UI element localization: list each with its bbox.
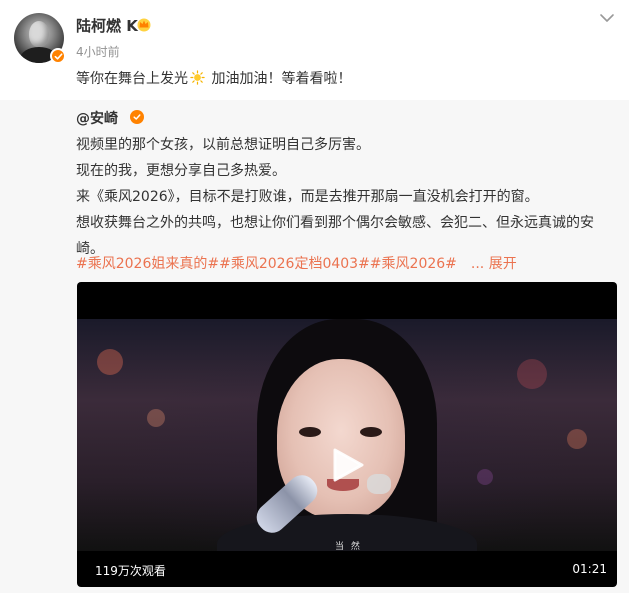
earring <box>367 474 391 494</box>
hashtag-links[interactable]: #乘风2026姐来真的##乘风2026定档0403##乘风2026# <box>76 256 457 272</box>
sun-emoji-icon <box>190 70 205 85</box>
username[interactable]: 陆柯燃 K <box>76 15 138 36</box>
video-frame: 当 然 <box>77 319 617 551</box>
verified-badge-icon <box>50 48 66 64</box>
repost-author[interactable]: @安崎 <box>76 108 118 128</box>
repost-text: 视频里的那个女孩，以前总想证明自己多厉害。 现在的我，更想分享自己多热爱。 来《… <box>76 132 611 262</box>
repost-line: 现在的我，更想分享自己多热爱。 <box>76 163 286 179</box>
avatar-head <box>29 21 49 47</box>
post-time[interactable]: 4小时前 <box>76 43 120 60</box>
post-text: 等你在舞台上发光 加油加油！等着看啦！ <box>76 69 351 89</box>
repost-line: 视频里的那个女孩，以前总想证明自己多厉害。 <box>76 137 370 153</box>
play-icon[interactable] <box>329 447 365 483</box>
repost-tags: #乘风2026姐来真的##乘风2026定档0403##乘风2026# ... 展开 <box>76 253 517 273</box>
video-duration: 01:21 <box>572 562 607 576</box>
view-count: 119万次观看 <box>95 564 166 578</box>
expand-link[interactable]: ... 展开 <box>471 256 517 272</box>
repost-line: 来《乘风2026》，目标不是打败谁，而是去推开那扇一直没机会打开的窗。 <box>76 189 539 205</box>
crown-icon <box>137 18 151 32</box>
video-subtitle: 当 然 <box>335 542 362 551</box>
weibo-post-card: 陆柯燃 K 4小时前 等你在舞台上发光 加油加油！等着看啦！ @安崎 视频里的那… <box>0 0 629 593</box>
video-player[interactable]: 当 然 119万次观看 01:21 <box>77 282 617 587</box>
repost-verified-icon <box>130 110 144 124</box>
repost-line: 想收获舞台之外的共鸣，也想让你们看到那个偶尔会敏感、会犯二、但永远真诚的安 <box>76 215 594 231</box>
post-text-after: 加油加油！等着看啦！ <box>207 71 352 87</box>
post-text-before: 等你在舞台上发光 <box>76 71 188 87</box>
chevron-down-icon[interactable] <box>599 12 615 24</box>
